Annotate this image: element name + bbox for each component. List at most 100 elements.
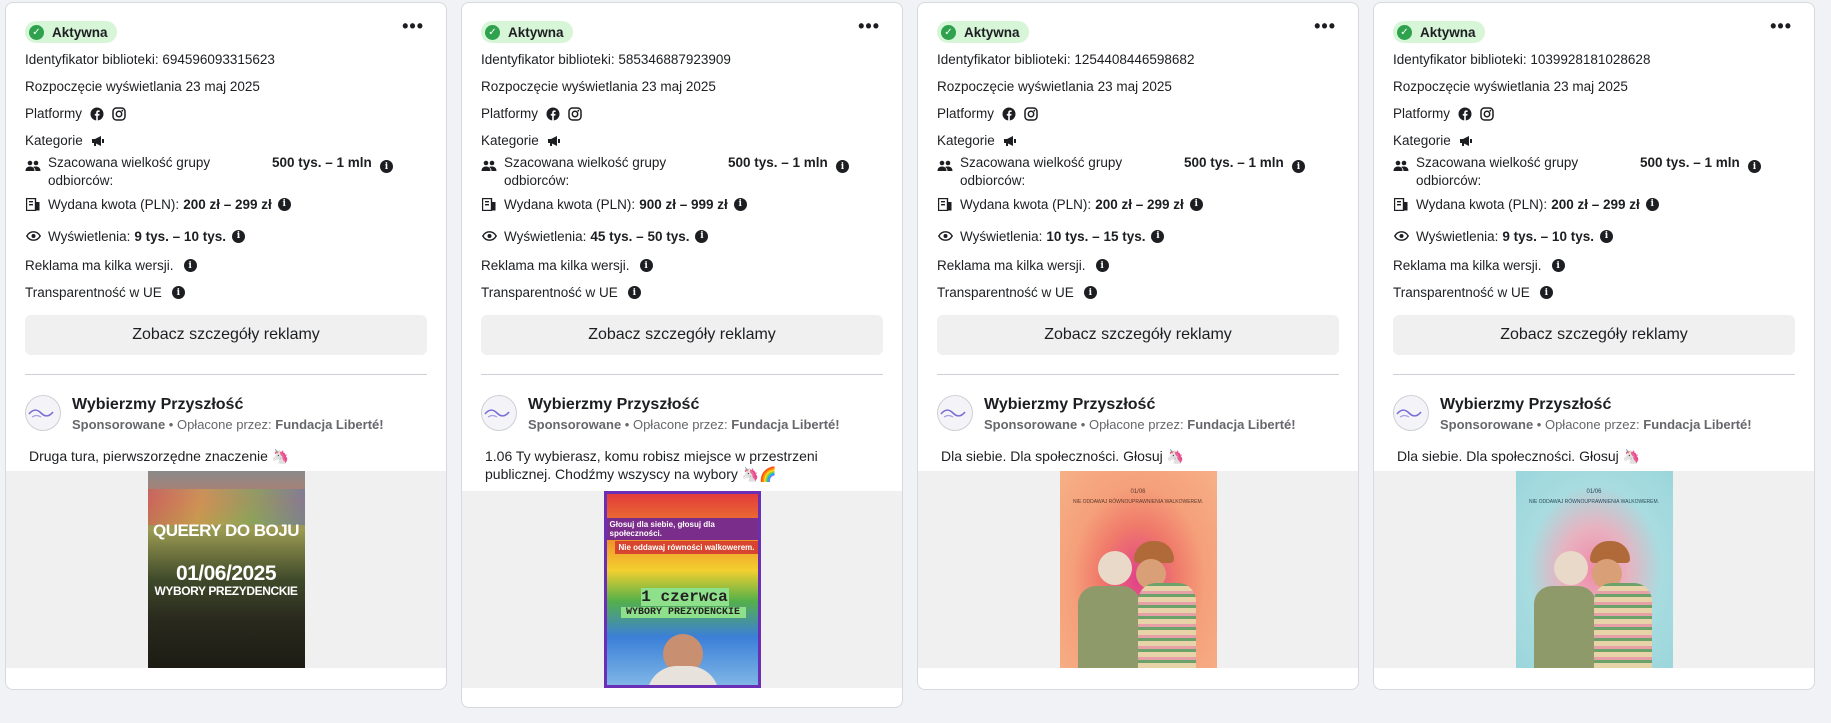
transparency-row: Transparentność w UE i [1393, 279, 1795, 306]
spend-label: Wydana kwota (PLN): [504, 196, 636, 212]
page-name[interactable]: Wybierzmy Przyszłość [528, 395, 840, 414]
money-icon [1393, 197, 1409, 211]
check-icon: ✓ [485, 24, 500, 40]
info-icon[interactable]: i [183, 259, 197, 272]
info-icon[interactable]: i [171, 286, 185, 299]
more-options-icon[interactable]: ••• [1314, 17, 1336, 35]
ad-media: 01/06 NIE ODDAWAJ RÓWNOUPRAWNIENIA WALKO… [1374, 471, 1814, 668]
sponsored-label: Sponsorowane [984, 417, 1078, 432]
status-row: ✓ Aktywna [937, 21, 1339, 43]
info-icon[interactable]: i [277, 197, 291, 211]
ad-card-info: ✓ Aktywna ••• Identyfikator biblioteki: … [918, 3, 1358, 465]
avatar[interactable] [937, 395, 973, 431]
info-icon[interactable]: i [627, 286, 641, 299]
ad-card-info: ✓ Aktywna ••• Identyfikator biblioteki: … [1374, 3, 1814, 465]
views-value: 10 tys. – 15 tys. [1046, 228, 1146, 244]
status-badge: ✓ Aktywna [1393, 21, 1485, 43]
info-icon[interactable]: i [1599, 229, 1613, 243]
versions-label: Reklama ma kilka wersji. [1393, 258, 1542, 273]
avatar[interactable] [25, 395, 61, 431]
person-left-shape [1553, 551, 1588, 585]
page-name[interactable]: Wybierzmy Przyszłość [1440, 395, 1752, 414]
info-icon[interactable]: i [1189, 197, 1203, 211]
instagram-icon [112, 106, 126, 121]
info-icon[interactable]: i [1551, 259, 1565, 272]
image-text-2: Nie oddawaj równości walkowerem. [615, 541, 758, 554]
page-name[interactable]: Wybierzmy Przyszłość [984, 395, 1296, 414]
status-badge: ✓ Aktywna [25, 21, 117, 43]
status-row: ✓ Aktywna [1393, 21, 1795, 43]
info-icon[interactable]: i [380, 160, 393, 173]
info-icon[interactable]: i [1083, 286, 1097, 299]
info-icon[interactable]: i [1292, 160, 1305, 173]
ad-card: ✓ Aktywna ••• Identyfikator biblioteki: … [917, 2, 1359, 690]
eye-icon [1393, 231, 1409, 241]
money-icon [25, 197, 41, 211]
audience-value: 500 tys. – 1 mln [1640, 155, 1740, 170]
info-icon[interactable]: i [733, 197, 747, 211]
info-icon[interactable]: i [639, 259, 653, 272]
avatar[interactable] [481, 395, 517, 431]
ad-media: QUEERY DO BOJU 01/06/2025 WYBORY PREZYDE… [6, 471, 446, 668]
categories-label: Kategorie [937, 133, 995, 148]
categories-row: Kategorie [1393, 127, 1795, 154]
ad-card: ✓ Aktywna ••• Identyfikator biblioteki: … [5, 2, 447, 690]
status-badge: ✓ Aktywna [481, 21, 573, 43]
info-icon[interactable]: i [1748, 160, 1761, 173]
spend-value: 200 zł – 299 zł [1095, 196, 1184, 212]
start-date: Rozpoczęcie wyświetlania 23 maj 2025 [25, 79, 260, 94]
info-icon[interactable]: i [1095, 259, 1109, 272]
see-ad-details-button[interactable]: Zobacz szczegóły reklamy [25, 315, 427, 355]
paid-by-name: Fundacja Liberté! [275, 417, 384, 432]
more-options-icon[interactable]: ••• [858, 17, 880, 35]
more-options-icon[interactable]: ••• [402, 17, 424, 35]
info-icon[interactable]: i [1645, 197, 1659, 211]
image-text-4: WYBORY PREZYDENCKIE [620, 607, 746, 618]
spend-row: Wydana kwota (PLN): 200 zł – 299 zł i [25, 188, 427, 220]
see-ad-details-button[interactable]: Zobacz szczegóły reklamy [481, 315, 883, 355]
info-icon[interactable]: i [836, 160, 849, 173]
page-name[interactable]: Wybierzmy Przyszłość [72, 395, 384, 414]
spend-value: 200 zł – 299 zł [183, 196, 272, 212]
platforms-row: Platformy [937, 100, 1339, 127]
ad-card-info: ✓ Aktywna ••• Identyfikator biblioteki: … [6, 3, 446, 465]
transparency-row: Transparentność w UE i [25, 279, 427, 306]
status-label: Aktywna [52, 24, 108, 40]
ad-image[interactable]: 01/06 NIE ODDAWAJ RÓWNOUPRAWNIENIA WALKO… [1515, 471, 1673, 668]
shirt-shape [1137, 583, 1196, 668]
ad-image[interactable]: QUEERY DO BOJU 01/06/2025 WYBORY PREZYDE… [147, 471, 305, 668]
person-body-shape [646, 666, 719, 685]
views-row: Wyświetlenia: 10 tys. – 15 tys. i [937, 220, 1339, 252]
spend-value: 900 zł – 999 zł [639, 196, 728, 212]
megaphone-icon [1459, 135, 1473, 147]
audience-row: Szacowana wielkość grupy odbiorców: 500 … [25, 154, 427, 190]
status-label: Aktywna [508, 24, 564, 40]
see-ad-details-button[interactable]: Zobacz szczegóły reklamy [1393, 315, 1795, 355]
paid-by-name: Fundacja Liberté! [731, 417, 840, 432]
info-icon[interactable]: i [1539, 286, 1553, 299]
ad-image[interactable]: Głosuj dla siebie, głosuj dla społecznoś… [603, 491, 761, 688]
facebook-icon [546, 107, 560, 121]
ad-image[interactable]: 01/06 NIE ODDAWAJ RÓWNOUPRAWNIENIA WALKO… [1059, 471, 1217, 668]
audience-row: Szacowana wielkość grupy odbiorców: 500 … [937, 154, 1339, 190]
transparency-row: Transparentność w UE i [481, 279, 883, 306]
facebook-icon [1458, 107, 1472, 121]
avatar[interactable] [1393, 395, 1429, 431]
more-options-icon[interactable]: ••• [1770, 17, 1792, 35]
audience-row: Szacowana wielkość grupy odbiorców: 500 … [1393, 154, 1795, 190]
transparency-label: Transparentność w UE [937, 285, 1074, 300]
transparency-label: Transparentność w UE [481, 285, 618, 300]
info-icon[interactable]: i [695, 229, 709, 243]
info-icon[interactable]: i [231, 229, 245, 243]
spend-label: Wydana kwota (PLN): [1416, 196, 1548, 212]
info-icon[interactable]: i [1151, 229, 1165, 243]
platforms-row: Platformy [1393, 100, 1795, 127]
library-id: Identyfikator biblioteki: 69459609331562… [25, 52, 275, 67]
people-icon [937, 160, 953, 172]
views-row: Wyświetlenia: 9 tys. – 10 tys. i [25, 220, 427, 252]
see-ad-details-button[interactable]: Zobacz szczegóły reklamy [937, 315, 1339, 355]
people-icon [25, 160, 41, 172]
audience-label: Szacowana wielkość grupy odbiorców: [48, 155, 211, 188]
versions-label: Reklama ma kilka wersji. [937, 258, 1086, 273]
person-left-shape [1097, 551, 1132, 585]
